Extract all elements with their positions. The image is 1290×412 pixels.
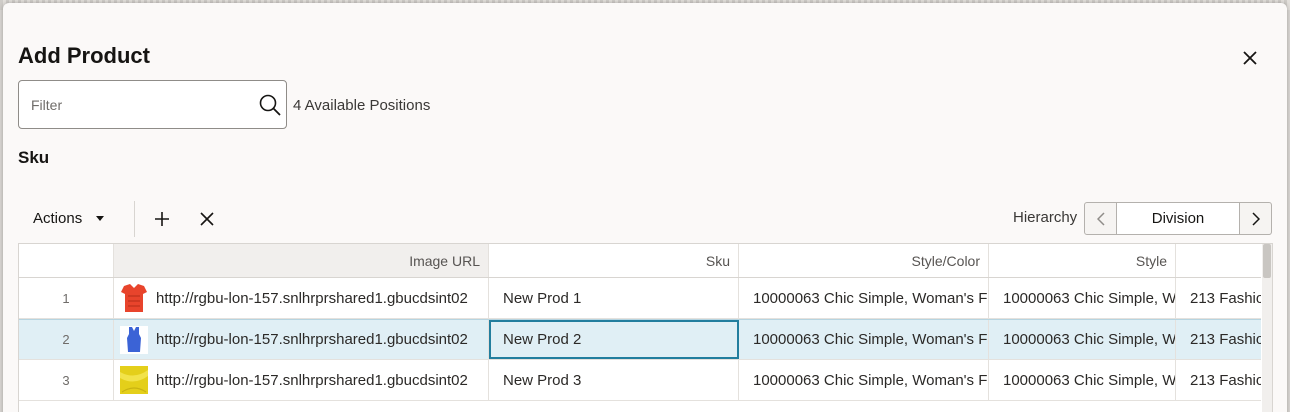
hierarchy-previous-button[interactable] (1085, 203, 1117, 234)
image-url-cell[interactable]: http://rgbu-lon-157.snlhrprshared1.gbucd… (114, 360, 489, 400)
vertical-scrollbar[interactable] (1262, 244, 1272, 412)
hierarchy-next-button[interactable] (1239, 203, 1271, 234)
section-title: Sku (18, 148, 50, 167)
product-thumbnail (120, 325, 148, 354)
header-style-color[interactable]: Style/Color (739, 244, 989, 277)
hierarchy-level-value: Division (1117, 203, 1239, 234)
sku-cell[interactable]: New Prod 3 (489, 360, 739, 400)
extra-cell[interactable]: 213 Fashio (1176, 320, 1261, 359)
close-icon (1243, 51, 1257, 65)
extra-cell[interactable]: 213 Fashio (1176, 360, 1261, 400)
filter-input[interactable] (31, 94, 246, 116)
plus-icon (155, 212, 169, 226)
image-url-cell[interactable]: http://rgbu-lon-157.snlhrprshared1.gbucd… (114, 320, 489, 359)
image-url-text: http://rgbu-lon-157.snlhrprshared1.gbucd… (156, 371, 468, 389)
row-number: 2 (19, 320, 114, 359)
header-style[interactable]: Style (989, 244, 1176, 277)
style-cell[interactable]: 10000063 Chic Simple, W (989, 360, 1176, 400)
header-extra[interactable] (1176, 244, 1261, 277)
close-icon (200, 212, 214, 226)
hierarchy-navigator: Division (1084, 202, 1272, 235)
actions-menu-button[interactable]: Actions (25, 203, 112, 233)
header-image-url[interactable]: Image URL (114, 244, 489, 277)
style-color-cell[interactable]: 10000063 Chic Simple, Woman's F (739, 360, 989, 400)
dialog-title: Add Product (18, 43, 150, 68)
style-cell[interactable]: 10000063 Chic Simple, W (989, 320, 1176, 359)
actions-label: Actions (33, 209, 83, 227)
chevron-left-icon (1096, 211, 1105, 226)
extra-cell[interactable]: 213 Fashio (1176, 278, 1261, 318)
toolbar-divider (134, 201, 135, 237)
sku-cell[interactable]: New Prod 1 (489, 278, 739, 318)
header-rownum (19, 244, 114, 277)
style-color-cell[interactable]: 10000063 Chic Simple, Woman's F (739, 320, 989, 359)
hierarchy-label: Hierarchy (1013, 209, 1078, 226)
header-sku[interactable]: Sku (489, 244, 739, 277)
add-product-dialog: Add Product 4 Available Positions Sku Ac… (3, 3, 1287, 412)
image-url-cell[interactable]: http://rgbu-lon-157.snlhrprshared1.gbucd… (114, 278, 489, 318)
style-color-cell[interactable]: 10000063 Chic Simple, Woman's F (739, 278, 989, 318)
table-row[interactable]: 2 http://rgbu-lon-157.snlhrprshared1.gbu… (19, 319, 1261, 360)
sku-cell[interactable]: New Prod 2 (489, 320, 739, 359)
add-row-button[interactable] (148, 205, 176, 233)
available-positions-count: 4 Available Positions (293, 97, 431, 114)
product-thumbnail (120, 284, 148, 312)
search-icon[interactable] (258, 93, 282, 117)
row-number: 3 (19, 360, 114, 400)
image-url-text: http://rgbu-lon-157.snlhrprshared1.gbucd… (156, 289, 468, 307)
close-dialog-button[interactable] (1235, 43, 1265, 73)
row-number: 1 (19, 278, 114, 318)
chevron-down-icon (96, 215, 105, 221)
product-thumbnail (120, 366, 148, 394)
image-url-text: http://rgbu-lon-157.snlhrprshared1.gbucd… (156, 331, 468, 348)
style-cell[interactable]: 10000063 Chic Simple, W (989, 278, 1176, 318)
table-row[interactable]: 3 http://rgbu-lon-157.snlhrprshared1.gbu… (19, 360, 1261, 401)
sku-grid: Image URL Sku Style/Color Style 1 http:/… (18, 243, 1273, 412)
table-row[interactable]: 1 http://rgbu-lon-157.snlhrprshared1.gbu… (19, 278, 1261, 319)
remove-row-button[interactable] (193, 205, 221, 233)
filter-field[interactable] (18, 80, 287, 129)
scrollbar-thumb[interactable] (1263, 244, 1271, 278)
grid-header-row: Image URL Sku Style/Color Style (19, 244, 1261, 278)
chevron-right-icon (1251, 211, 1260, 226)
